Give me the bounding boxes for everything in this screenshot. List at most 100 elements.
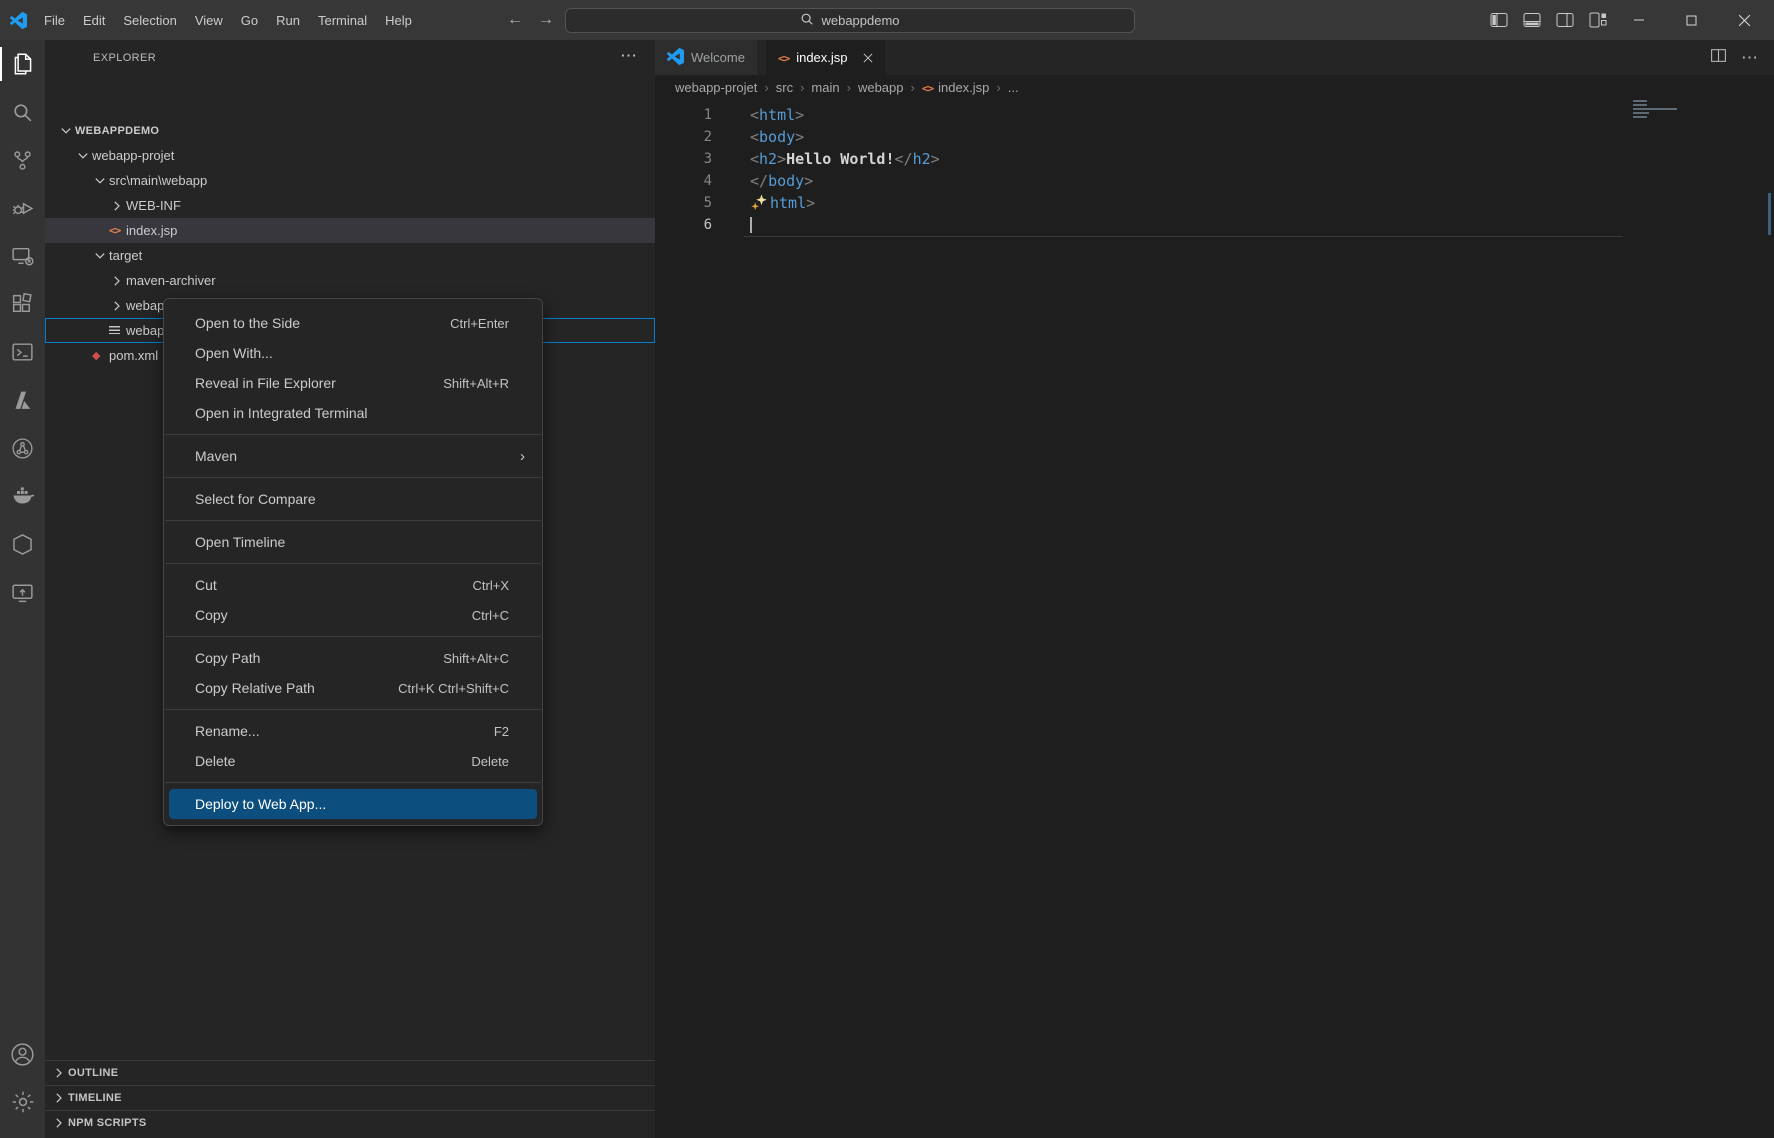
back-arrow-icon[interactable]: ← [506, 11, 524, 29]
toggle-sidebar-icon[interactable] [1488, 8, 1510, 32]
docker-icon[interactable] [0, 472, 45, 520]
breadcrumb-item-main[interactable]: main [811, 80, 839, 95]
menubar-item-file[interactable]: File [35, 7, 74, 33]
context-menu-item-open-timeline[interactable]: Open Timeline [169, 527, 537, 557]
context-menu-item-reveal-in-file-explorer[interactable]: Reveal in File ExplorerShift+Alt+R [169, 368, 537, 398]
line-number: 4 [655, 170, 712, 192]
tree-item-maven-archiver[interactable]: maven-archiver [45, 268, 655, 293]
accounts-icon[interactable] [0, 1030, 45, 1078]
context-menu-item-delete[interactable]: DeleteDelete [169, 746, 537, 776]
explorer-icon[interactable] [0, 40, 45, 88]
remote-explorer-icon[interactable] [0, 232, 45, 280]
chevron-down-icon [92, 173, 109, 189]
explorer-title: EXPLORER [93, 52, 156, 64]
customize-layout-icon[interactable] [1587, 8, 1609, 32]
toggle-secondary-sidebar-icon[interactable] [1554, 8, 1576, 32]
breadcrumb-item-index-jsp[interactable]: <>index.jsp [922, 80, 990, 95]
toggle-panel-icon[interactable] [1521, 8, 1543, 32]
tree-item-index-jsp[interactable]: <>index.jsp [45, 218, 655, 243]
section-timeline[interactable]: TIMELINE [45, 1085, 655, 1110]
breadcrumb-item-src[interactable]: src [776, 80, 793, 95]
context-menu-item-label: Open With... [195, 345, 273, 361]
extensions-icon[interactable] [0, 280, 45, 328]
breadcrumb-item-[interactable]: ... [1008, 80, 1019, 95]
screen-share-icon[interactable] [0, 568, 45, 616]
scrollbar-decoration[interactable] [1768, 193, 1771, 235]
azure-icon[interactable] [0, 376, 45, 424]
menubar-item-help[interactable]: Help [376, 7, 421, 33]
tree-item-target[interactable]: target [45, 243, 655, 268]
menu-separator [165, 434, 541, 435]
tab-label: Welcome [691, 50, 745, 65]
context-menu-item-deploy-to-web-app[interactable]: Deploy to Web App... [169, 789, 537, 819]
code-token: body [759, 128, 795, 146]
menubar-item-terminal[interactable]: Terminal [309, 7, 376, 33]
activity-bar [0, 40, 45, 1138]
breadcrumb-separator-icon: › [847, 80, 851, 95]
close-button[interactable] [1718, 0, 1771, 40]
context-menu-item-copy-path[interactable]: Copy PathShift+Alt+C [169, 643, 537, 673]
settings-icon[interactable] [0, 1078, 45, 1126]
code-editor[interactable]: 1<html>2<body>3<h2>Hello World!</h2>4 </ b… [655, 104, 1774, 236]
minimize-button[interactable] [1612, 0, 1665, 40]
menu-separator [165, 709, 541, 710]
tree-item-webappdemo[interactable]: WEBAPPDEMO [45, 118, 655, 143]
context-menu-item-rename[interactable]: Rename...F2 [169, 716, 537, 746]
tree-item-web-inf[interactable]: WEB-INF [45, 193, 655, 218]
explorer-more-actions-icon[interactable]: ⋯ [620, 46, 637, 66]
minimap-line [1633, 100, 1647, 102]
source-control-icon[interactable] [0, 136, 45, 184]
close-icon[interactable] [863, 53, 873, 63]
context-menu-item-label: Delete [195, 753, 235, 769]
minimap[interactable] [1633, 100, 1693, 120]
command-center-search[interactable]: webappdemo [565, 8, 1135, 33]
tree-item-webapp-projet[interactable]: webapp-projet [45, 143, 655, 168]
menubar-item-run[interactable]: Run [267, 7, 309, 33]
code-line-content: <html> [712, 104, 804, 126]
context-menu-item-open-to-the-side[interactable]: Open to the SideCtrl+Enter [169, 308, 537, 338]
code-token: </ [750, 172, 768, 190]
forward-arrow-icon[interactable]: → [537, 11, 555, 29]
kubernetes-icon[interactable] [0, 520, 45, 568]
chevron-right-icon [51, 1065, 68, 1081]
context-menu-item-copy-relative-path[interactable]: Copy Relative PathCtrl+K Ctrl+Shift+C [169, 673, 537, 703]
menubar: FileEditSelectionViewGoRunTerminalHelp [35, 0, 421, 40]
tab-index-jsp[interactable]: <>index.jsp [766, 40, 885, 75]
menubar-item-edit[interactable]: Edit [74, 7, 114, 33]
context-menu-item-copy[interactable]: CopyCtrl+C [169, 600, 537, 630]
context-menu-item-label: Open to the Side [195, 315, 300, 331]
search-icon[interactable] [0, 88, 45, 136]
more-actions-icon[interactable]: ⋯ [1741, 48, 1758, 68]
chevron-right-icon [109, 198, 126, 214]
context-menu-item-select-for-compare[interactable]: Select for Compare [169, 484, 537, 514]
maximize-button[interactable] [1665, 0, 1718, 40]
menubar-item-go[interactable]: Go [232, 7, 267, 33]
project-manager-icon[interactable] [0, 424, 45, 472]
context-menu-shortcut: Ctrl+C [472, 608, 509, 623]
run-and-debug-icon[interactable] [0, 184, 45, 232]
tree-item-label: src\main\webapp [109, 173, 207, 188]
section-npm-scripts[interactable]: NPM SCRIPTS [45, 1110, 655, 1135]
vscode-logo-icon [10, 12, 27, 29]
context-menu-item-cut[interactable]: CutCtrl+X [169, 570, 537, 600]
code-line: 2<body> [655, 126, 1774, 148]
code-token: < [750, 150, 759, 168]
context-menu-item-open-with[interactable]: Open With... [169, 338, 537, 368]
code-line-content: <body> [712, 126, 804, 148]
breadcrumb-item-webapp-projet[interactable]: webapp-projet [675, 80, 757, 95]
menu-separator [165, 477, 541, 478]
context-menu-item-maven[interactable]: Maven› [169, 441, 537, 471]
code-line: 1<html> [655, 104, 1774, 126]
breadcrumb-separator-icon: › [911, 80, 915, 95]
context-menu-item-open-in-integrated-terminal[interactable]: Open in Integrated Terminal [169, 398, 537, 428]
code-line: 3<h2>Hello World!</h2> [655, 148, 1774, 170]
search-text: webappdemo [821, 13, 899, 28]
menubar-item-view[interactable]: View [186, 7, 232, 33]
breadcrumb-item-webapp[interactable]: webapp [858, 80, 904, 95]
tree-item-src-main-webapp[interactable]: src\main\webapp [45, 168, 655, 193]
menubar-item-selection[interactable]: Selection [114, 7, 185, 33]
section-outline[interactable]: OUTLINE [45, 1060, 655, 1085]
tab-welcome[interactable]: Welcome [655, 40, 757, 75]
split-editor-icon[interactable] [1710, 47, 1727, 69]
terminal-icon[interactable] [0, 328, 45, 376]
